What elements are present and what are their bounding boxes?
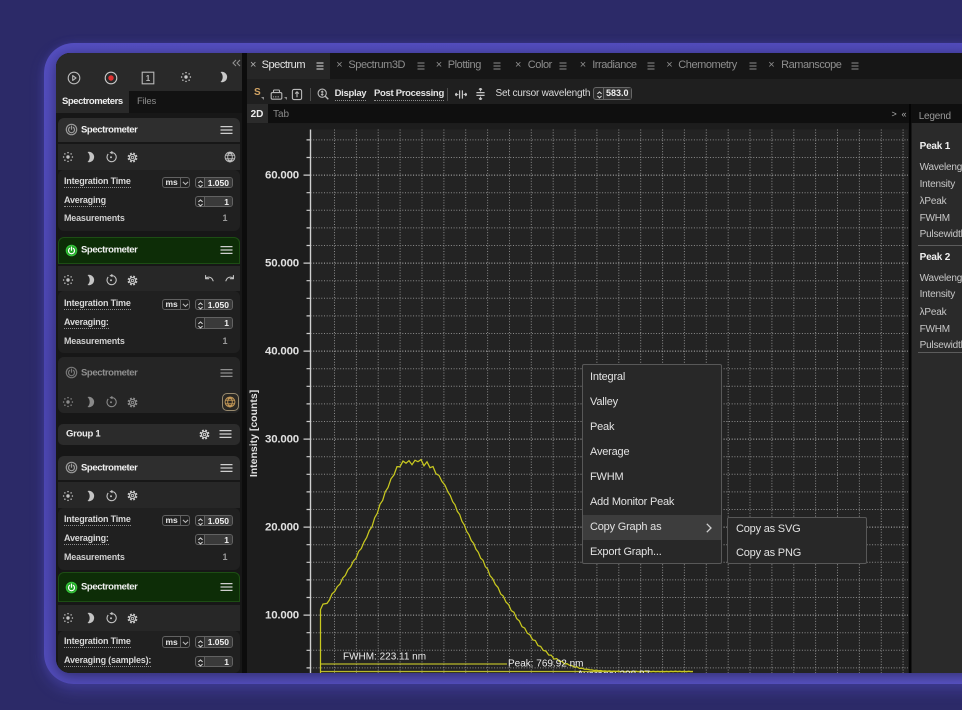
svg-text:Peak: 769.92 nm: Peak: 769.92 nm [508,658,584,669]
svg-text:20.000: 20.000 [265,521,299,533]
svg-text:40.000: 40.000 [265,345,299,357]
svg-text:FWHM: 223.11 nm: FWHM: 223.11 nm [343,651,426,662]
svg-text:10.000: 10.000 [265,609,299,621]
svg-text:60.000: 60.000 [265,169,299,181]
svg-text:30.000: 30.000 [265,433,299,445]
svg-text:1: 1 [146,74,151,83]
svg-text:Intensity [counts]: Intensity [counts] [249,389,260,476]
svg-text:Average: 398.87: Average: 398.87 [577,669,651,673]
svg-text:50.000: 50.000 [265,257,299,269]
